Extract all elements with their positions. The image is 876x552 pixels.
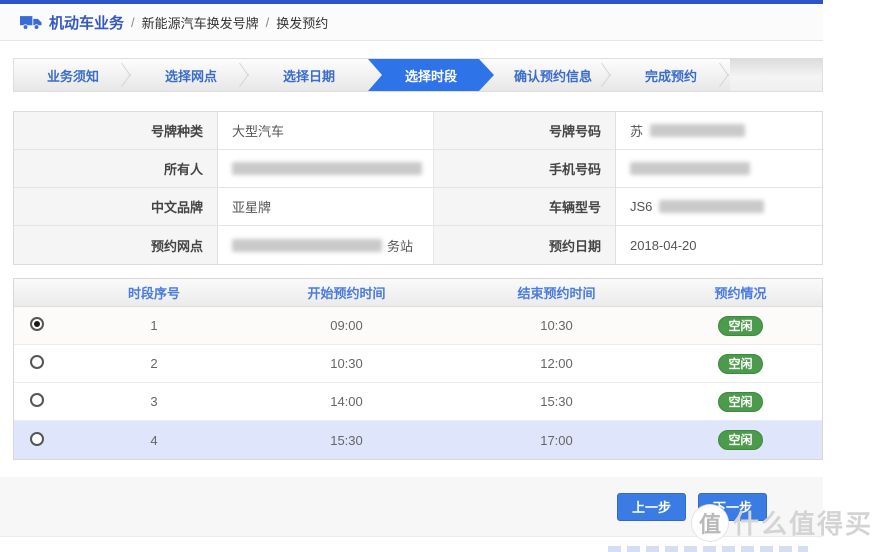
step-select-branch[interactable]: 选择网点	[132, 59, 250, 91]
step-complete[interactable]: 完成预约	[612, 59, 730, 91]
step-confirm-info[interactable]: 确认预约信息	[494, 59, 612, 91]
status-badge: 空闲	[718, 392, 762, 412]
watermark-badge-icon: 值	[692, 505, 728, 541]
field-label-model: 车辆型号	[434, 188, 616, 226]
field-label-plate-number: 号牌号码	[434, 112, 616, 150]
main-panel: 机动车业务 / 新能源汽车换发号牌 / 换发预约 业务须知 选择网点 选择日期 …	[0, 0, 823, 552]
slot-radio-3[interactable]	[30, 393, 44, 407]
status-badge: 空闲	[718, 316, 762, 336]
status-badge: 空闲	[718, 430, 762, 450]
redacted-value	[630, 162, 750, 175]
previous-step-button[interactable]: 上一步	[617, 493, 686, 521]
field-label-phone: 手机号码	[434, 150, 616, 188]
slot-radio-1[interactable]	[30, 317, 44, 331]
slot-end-time: 15:30	[454, 394, 659, 409]
step-select-date[interactable]: 选择日期	[250, 59, 368, 91]
breadcrumb-section[interactable]: 机动车业务	[49, 12, 124, 33]
redacted-value	[650, 124, 745, 137]
vehicle-info-table: 号牌种类 大型汽车 号牌号码 苏 所有人 手机号码 中文品牌 亚星牌 车辆型号 …	[13, 111, 823, 265]
field-label-branch: 预约网点	[14, 226, 218, 264]
field-label-date: 预约日期	[434, 226, 616, 264]
status-badge: 空闲	[718, 354, 762, 374]
slot-seq: 4	[69, 433, 239, 448]
slot-start-time: 10:30	[239, 356, 454, 371]
step-select-timeslot-active[interactable]: 选择时段	[368, 59, 494, 91]
table-row[interactable]: 3 14:00 15:30 空闲	[14, 383, 822, 421]
column-header-start: 开始预约时间	[239, 283, 454, 302]
breadcrumb-separator: /	[131, 15, 135, 30]
field-value-brand: 亚星牌	[218, 188, 434, 226]
truck-icon	[20, 15, 42, 30]
slot-radio-2[interactable]	[30, 355, 44, 369]
step-wizard-tail	[730, 59, 822, 91]
slot-end-time: 12:00	[454, 356, 659, 371]
table-row[interactable]: 1 09:00 10:30 空闲	[14, 307, 822, 345]
slot-start-time: 14:00	[239, 394, 454, 409]
breadcrumb-separator: /	[266, 15, 270, 30]
slot-end-time: 17:00	[454, 433, 659, 448]
redacted-value	[659, 200, 764, 213]
field-label-owner: 所有人	[14, 150, 218, 188]
field-value-date: 2018-04-20	[616, 226, 822, 264]
table-row[interactable]: 2 10:30 12:00 空闲	[14, 345, 822, 383]
slot-end-time: 10:30	[454, 318, 659, 333]
column-header-status: 预约情况	[659, 283, 822, 302]
field-value-plate-number: 苏	[616, 112, 822, 150]
field-label-brand: 中文品牌	[14, 188, 218, 226]
slot-radio-4[interactable]	[30, 432, 44, 446]
table-row[interactable]: 4 15:30 17:00 空闲	[14, 421, 822, 459]
timeslot-table-header: 时段序号 开始预约时间 结束预约时间 预约情况	[14, 279, 822, 307]
watermark-text: 什么值得买	[733, 504, 873, 541]
field-value-phone	[616, 150, 822, 188]
slot-start-time: 09:00	[239, 318, 454, 333]
field-value-plate-type: 大型汽车	[218, 112, 434, 150]
cutoff-text-remnant	[608, 546, 808, 552]
slot-seq: 1	[69, 318, 239, 333]
breadcrumb: 机动车业务 / 新能源汽车换发号牌 / 换发预约	[0, 4, 823, 41]
redacted-value	[232, 239, 382, 252]
smzdm-watermark: 值 什么值得买	[692, 504, 873, 541]
slot-start-time: 15:30	[239, 433, 454, 448]
field-value-model: JS6	[616, 188, 822, 226]
field-label-plate-type: 号牌种类	[14, 112, 218, 150]
step-wizard: 业务须知 选择网点 选择日期 选择时段 确认预约信息 完成预约	[13, 58, 823, 92]
slot-seq: 3	[69, 394, 239, 409]
step-notice[interactable]: 业务须知	[14, 59, 132, 91]
column-header-end: 结束预约时间	[454, 283, 659, 302]
slot-seq: 2	[69, 356, 239, 371]
breadcrumb-item-page: 换发预约	[276, 13, 328, 32]
field-value-owner	[218, 150, 434, 188]
column-header-seq: 时段序号	[69, 283, 239, 302]
timeslot-table: 时段序号 开始预约时间 结束预约时间 预约情况 1 09:00 10:30 空闲…	[13, 278, 823, 460]
breadcrumb-item-category: 新能源汽车换发号牌	[142, 13, 259, 32]
field-value-branch: 务站	[218, 226, 434, 264]
redacted-value	[232, 162, 422, 175]
